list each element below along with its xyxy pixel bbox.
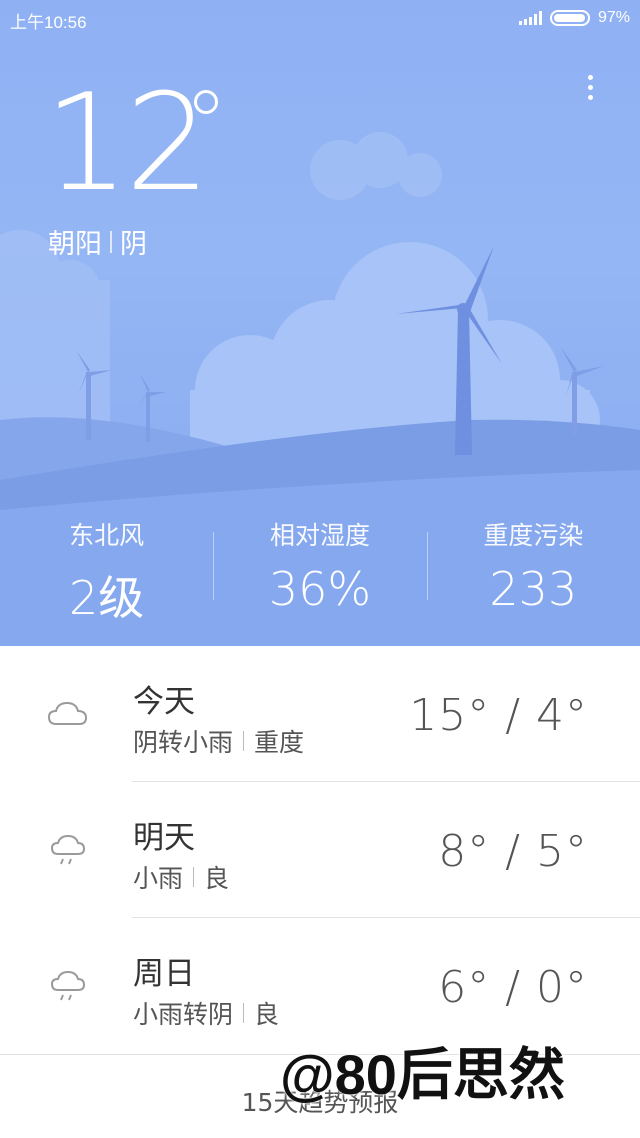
temperature-value: 12: [44, 65, 211, 221]
forecast-day: 周日: [133, 956, 195, 992]
forecast-list: 今天 阴转小雨 重度 15° / 4° 明天 小雨 良 8° / 5° 周日 小…: [0, 646, 640, 1054]
current-temperature: 12: [44, 65, 218, 221]
stat-label: 东北风: [69, 521, 145, 550]
forecast-condition: 阴转小雨 重度: [133, 723, 304, 759]
forecast-row-today[interactable]: 今天 阴转小雨 重度 15° / 4°: [0, 646, 640, 782]
light-rain-icon: [50, 834, 86, 865]
separator: [110, 230, 112, 253]
stat-humidity: 相对湿度 36%: [213, 510, 426, 620]
light-rain-icon: [50, 970, 86, 1001]
status-indicators: 97%: [518, 6, 630, 30]
forecast-day: 今天: [133, 684, 195, 720]
separator: [193, 867, 195, 887]
separator: [243, 731, 245, 751]
air-quality-text: 良: [254, 1000, 280, 1029]
condition-text: 小雨转阴: [133, 1000, 234, 1029]
degree-symbol: [194, 90, 218, 114]
forecast-row-tomorrow[interactable]: 明天 小雨 良 8° / 5°: [0, 782, 640, 918]
stat-value: 233: [489, 562, 578, 616]
temperature-range: 8° / 5°: [438, 826, 588, 877]
stat-label: 重度污染: [483, 521, 584, 550]
forecast-condition: 小雨转阴 良: [133, 995, 279, 1031]
stat-value: 2级: [69, 571, 145, 625]
air-quality-text: 重度: [254, 728, 305, 757]
forecast-condition: 小雨 良: [133, 859, 229, 895]
status-bar: 上午10:56 97%: [0, 0, 640, 36]
stat-air-quality[interactable]: 重度污染 233: [426, 510, 640, 620]
weather-stats: 东北风 2级 相对湿度 36% 重度污染 233: [0, 510, 640, 625]
city-name: 朝阳: [48, 229, 102, 260]
current-condition: 阴: [120, 229, 147, 260]
watermark: @80后思然: [280, 1043, 565, 1106]
condition-text: 小雨: [133, 864, 184, 893]
signal-icon: [518, 11, 542, 25]
stat-label: 相对湿度: [269, 521, 370, 550]
temperature-range: 6° / 0°: [438, 962, 588, 1013]
cloud-icon: [47, 701, 88, 725]
weather-hero: 上午10:56 97% 12 朝阳 阴 东北风 2级 相对湿度 36% 重度污染…: [0, 0, 640, 646]
condition-text: 阴转小雨: [133, 728, 234, 757]
temperature-range: 15° / 4°: [409, 690, 588, 741]
battery-percent: 97%: [597, 9, 630, 26]
stat-wind: 东北风 2级: [0, 510, 213, 625]
status-time: 上午10:56: [10, 13, 87, 32]
stat-value: 36%: [268, 562, 372, 616]
location-condition[interactable]: 朝阳 阴: [48, 222, 147, 261]
separator: [243, 1003, 245, 1023]
air-quality-text: 良: [204, 864, 230, 893]
forecast-day: 明天: [133, 820, 195, 856]
more-menu-icon[interactable]: [578, 70, 602, 104]
battery-icon: [549, 10, 590, 26]
